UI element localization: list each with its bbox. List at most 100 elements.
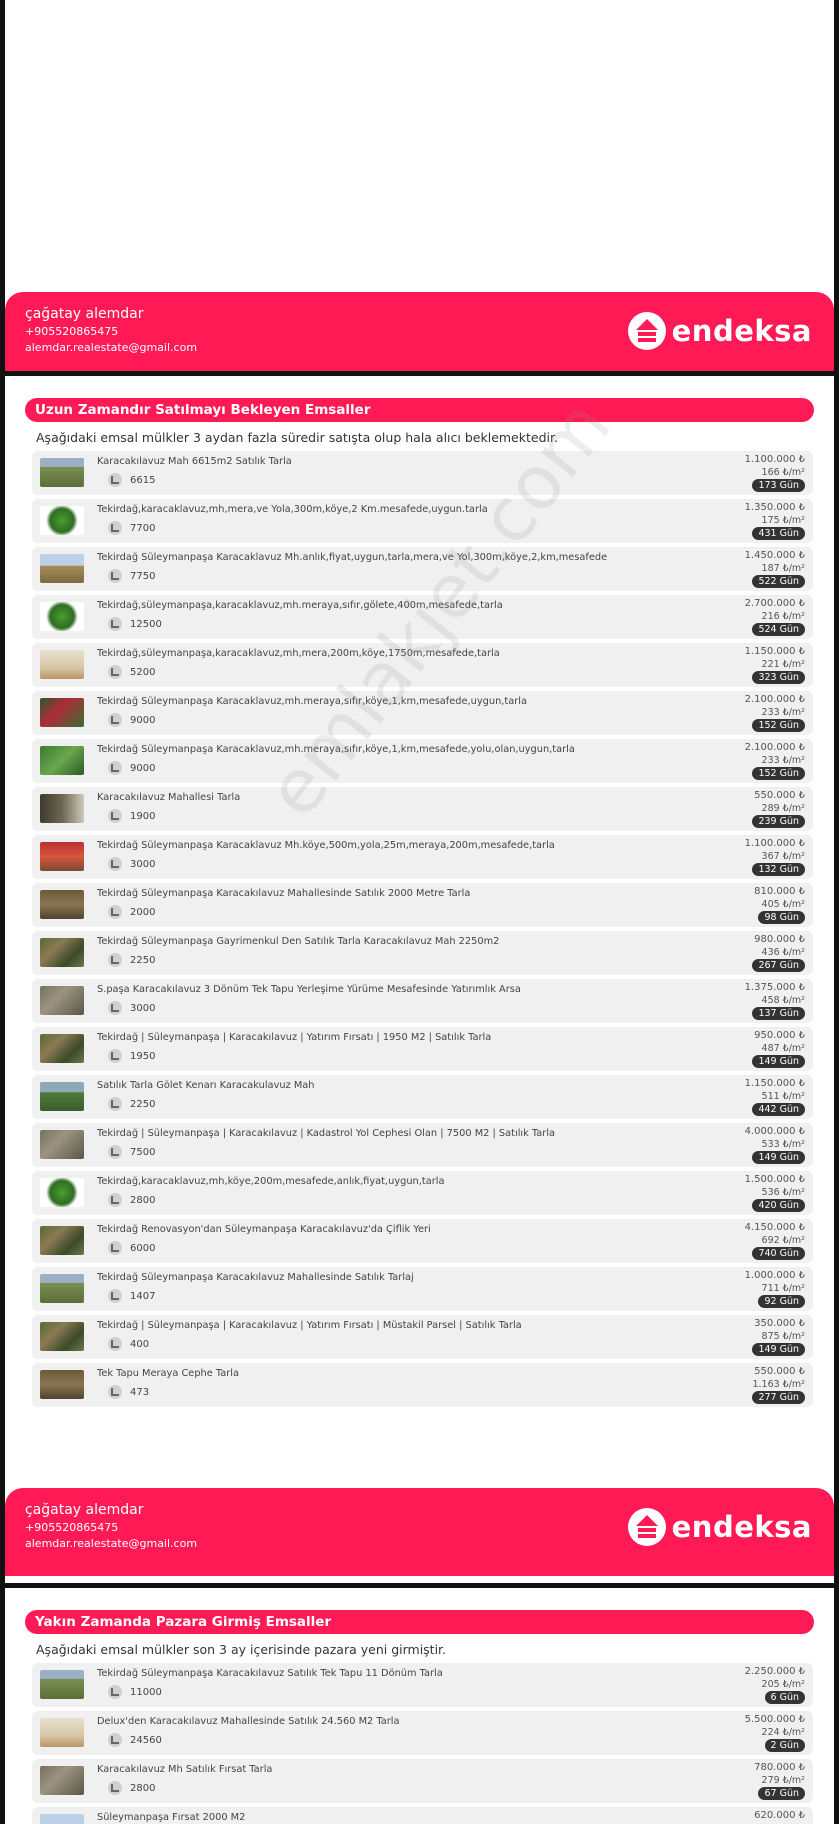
listing-row[interactable]: Tek Tapu Meraya Cephe Tarla 473 550.000 ₺ 1… (32, 1363, 813, 1407)
listing-price: 1.350.000 ₺ (744, 502, 805, 513)
listing-title[interactable]: Tekirdağ Süleymanpaşa Karacaklavuz Mh.kö… (97, 840, 555, 851)
listing-title[interactable]: Tekirdağ,karacaklavuz,mh,köye,200m,mesaf… (97, 1176, 444, 1187)
listing-row[interactable]: Tekirdağ | Süleymanpaşa | Karacakılavuz … (32, 1123, 813, 1167)
listing-row[interactable]: Karacakılavuz Mh Satılık Fırsat Tarla 280… (32, 1759, 813, 1803)
listing-thumbnail[interactable] (40, 554, 84, 583)
listing-price-per-m2: 221 ₺/m² (761, 659, 805, 670)
listing-title[interactable]: Tekirdağ,karacaklavuz,mh,mera,ve Yola,30… (97, 504, 488, 515)
listing-row[interactable]: Tekirdağ Süleymanpaşa Karacaklavuz Mh.an… (32, 547, 813, 591)
listing-price-per-m2: 367 ₺/m² (761, 851, 805, 862)
days-on-market-badge: 132 Gün (752, 863, 805, 876)
listing-row[interactable]: Satılık Tarla Gölet Kenarı Karacakulavuz… (32, 1075, 813, 1119)
listing-title[interactable]: Tekirdağ Renovasyon'dan Süleymanpaşa Kar… (97, 1224, 431, 1235)
listing-row[interactable]: Delux'den Karacakılavuz Mahallesinde Sat… (32, 1711, 813, 1755)
listing-thumbnail[interactable] (40, 698, 84, 727)
days-on-market-badge: 267 Gün (752, 959, 805, 972)
listing-title[interactable]: Tekirdağ Süleymanpaşa Karacakılavuz Maha… (97, 888, 470, 899)
listing-row[interactable]: Tekirdağ,karacaklavuz,mh,mera,ve Yola,30… (32, 499, 813, 543)
listing-title[interactable]: Tekirdağ,süleymanpaşa,karacaklavuz,mh,me… (97, 648, 500, 659)
listing-title[interactable]: Tekirdağ Süleymanpaşa Karacaklavuz,mh.me… (97, 744, 575, 755)
listing-title[interactable]: Tekirdağ | Süleymanpaşa | Karacakılavuz … (97, 1320, 522, 1331)
agent-phone[interactable]: +905520865475 (25, 1521, 118, 1534)
listing-title[interactable]: S.paşa Karacakılavuz 3 Dönüm Tek Tapu Ye… (97, 984, 521, 995)
agent-phone[interactable]: +905520865475 (25, 325, 118, 338)
listing-title[interactable]: Tekirdağ Süleymanpaşa Karacakılavuz Maha… (97, 1272, 414, 1283)
listing-thumbnail[interactable] (40, 794, 84, 823)
listing-row[interactable]: Süleymanpaşa Fırsat 2000 M22000620.000 ₺ (32, 1807, 813, 1824)
listing-row[interactable]: Tekirdağ Süleymanpaşa Karacakılavuz Maha… (32, 1267, 813, 1311)
listing-title[interactable]: Delux'den Karacakılavuz Mahallesinde Sat… (97, 1716, 400, 1727)
listing-area: 2800 (130, 1195, 156, 1206)
listing-title[interactable]: Tekirdağ | Süleymanpaşa | Karacakılavuz … (97, 1032, 491, 1043)
area-icon (108, 1241, 122, 1255)
listing-row[interactable]: Tekirdağ | Süleymanpaşa | Karacakılavuz … (32, 1027, 813, 1071)
listing-row[interactable]: Tekirdağ,süleymanpaşa,karacaklavuz,mh,me… (32, 643, 813, 687)
area-icon (108, 1385, 122, 1399)
listing-thumbnail[interactable] (40, 1766, 84, 1795)
listing-title[interactable]: Tek Tapu Meraya Cephe Tarla (97, 1368, 239, 1379)
listing-thumbnail[interactable] (40, 602, 84, 631)
listing-title[interactable]: Tekirdağ Süleymanpaşa Karacakılavuz Satı… (97, 1668, 443, 1679)
listing-area: 7700 (130, 523, 156, 534)
listing-row[interactable]: Tekirdağ Süleymanpaşa Karacaklavuz,mh.me… (32, 739, 813, 783)
listing-thumbnail[interactable] (40, 842, 84, 871)
area-icon (108, 1781, 122, 1795)
listing-price: 5.500.000 ₺ (744, 1714, 805, 1725)
listing-title[interactable]: Karacakılavuz Mah 6615m2 Satılık Tarla (97, 456, 292, 467)
area-icon (108, 1733, 122, 1747)
listing-price: 980.000 ₺ (754, 934, 805, 945)
listing-row[interactable]: Tekirdağ Süleymanpaşa Karacakılavuz Satı… (32, 1663, 813, 1707)
days-on-market-badge: 277 Gün (752, 1391, 805, 1404)
listing-row[interactable]: Tekirdağ,süleymanpaşa,karacaklavuz,mh.me… (32, 595, 813, 639)
listing-thumbnail[interactable] (40, 1814, 84, 1824)
listing-row[interactable]: Karacakılavuz Mahallesi Tarla 1900 550.000… (32, 787, 813, 831)
listing-thumbnail[interactable] (40, 1178, 84, 1207)
listing-row[interactable]: Tekirdağ Süleymanpaşa Gayrimenkul Den Sa… (32, 931, 813, 975)
listing-row[interactable]: Tekirdağ Renovasyon'dan Süleymanpaşa Kar… (32, 1219, 813, 1263)
listing-row[interactable]: Tekirdağ Süleymanpaşa Karacaklavuz,mh.me… (32, 691, 813, 735)
listing-thumbnail[interactable] (40, 1718, 84, 1747)
area-icon (108, 569, 122, 583)
listing-thumbnail[interactable] (40, 1670, 84, 1699)
listing-thumbnail[interactable] (40, 1082, 84, 1111)
listing-area: 6615 (130, 475, 156, 486)
listing-price-per-m2: 692 ₺/m² (761, 1235, 805, 1246)
listing-row[interactable]: S.paşa Karacakılavuz 3 Dönüm Tek Tapu Ye… (32, 979, 813, 1023)
listing-price: 1.100.000 ₺ (744, 454, 805, 465)
listing-thumbnail[interactable] (40, 746, 84, 775)
listing-title[interactable]: Tekirdağ,süleymanpaşa,karacaklavuz,mh.me… (97, 600, 503, 611)
area-icon (108, 1289, 122, 1303)
listing-title[interactable]: Tekirdağ | Süleymanpaşa | Karacakılavuz … (97, 1128, 555, 1139)
listing-title[interactable]: Karacakılavuz Mh Satılık Fırsat Tarla (97, 1764, 272, 1775)
listing-price: 1.375.000 ₺ (744, 982, 805, 993)
listing-row[interactable]: Karacakılavuz Mah 6615m2 Satılık Tarla 66… (32, 451, 813, 495)
listing-thumbnail[interactable] (40, 1274, 84, 1303)
listing-row[interactable]: Tekirdağ | Süleymanpaşa | Karacakılavuz … (32, 1315, 813, 1359)
listing-title[interactable]: Satılık Tarla Gölet Kenarı Karacakulavuz… (97, 1080, 315, 1091)
listing-thumbnail[interactable] (40, 506, 84, 535)
listing-title[interactable]: Tekirdağ Süleymanpaşa Karacaklavuz Mh.an… (97, 552, 607, 563)
listing-thumbnail[interactable] (40, 458, 84, 487)
days-on-market-badge: 323 Gün (752, 671, 805, 684)
listing-title[interactable]: Tekirdağ Süleymanpaşa Karacaklavuz,mh.me… (97, 696, 527, 707)
listing-thumbnail[interactable] (40, 986, 84, 1015)
listing-area: 2250 (130, 1099, 156, 1110)
agent-email[interactable]: alemdar.realestate@gmail.com (25, 341, 197, 354)
listing-area: 7750 (130, 571, 156, 582)
listing-thumbnail[interactable] (40, 1226, 84, 1255)
listing-thumbnail[interactable] (40, 890, 84, 919)
listing-row[interactable]: Tekirdağ Süleymanpaşa Karacaklavuz Mh.kö… (32, 835, 813, 879)
listing-title[interactable]: Tekirdağ Süleymanpaşa Gayrimenkul Den Sa… (97, 936, 499, 947)
listing-row[interactable]: Tekirdağ,karacaklavuz,mh,köye,200m,mesaf… (32, 1171, 813, 1215)
listing-thumbnail[interactable] (40, 1322, 84, 1351)
listing-price: 4.150.000 ₺ (744, 1222, 805, 1233)
listing-title[interactable]: Karacakılavuz Mahallesi Tarla (97, 792, 240, 803)
listing-title[interactable]: Süleymanpaşa Fırsat 2000 M2 (97, 1812, 245, 1823)
listing-thumbnail[interactable] (40, 1370, 84, 1399)
agent-email[interactable]: alemdar.realestate@gmail.com (25, 1537, 197, 1550)
listing-thumbnail[interactable] (40, 650, 84, 679)
listing-thumbnail[interactable] (40, 1130, 84, 1159)
listing-row[interactable]: Tekirdağ Süleymanpaşa Karacakılavuz Maha… (32, 883, 813, 927)
listing-thumbnail[interactable] (40, 938, 84, 967)
listing-thumbnail[interactable] (40, 1034, 84, 1063)
